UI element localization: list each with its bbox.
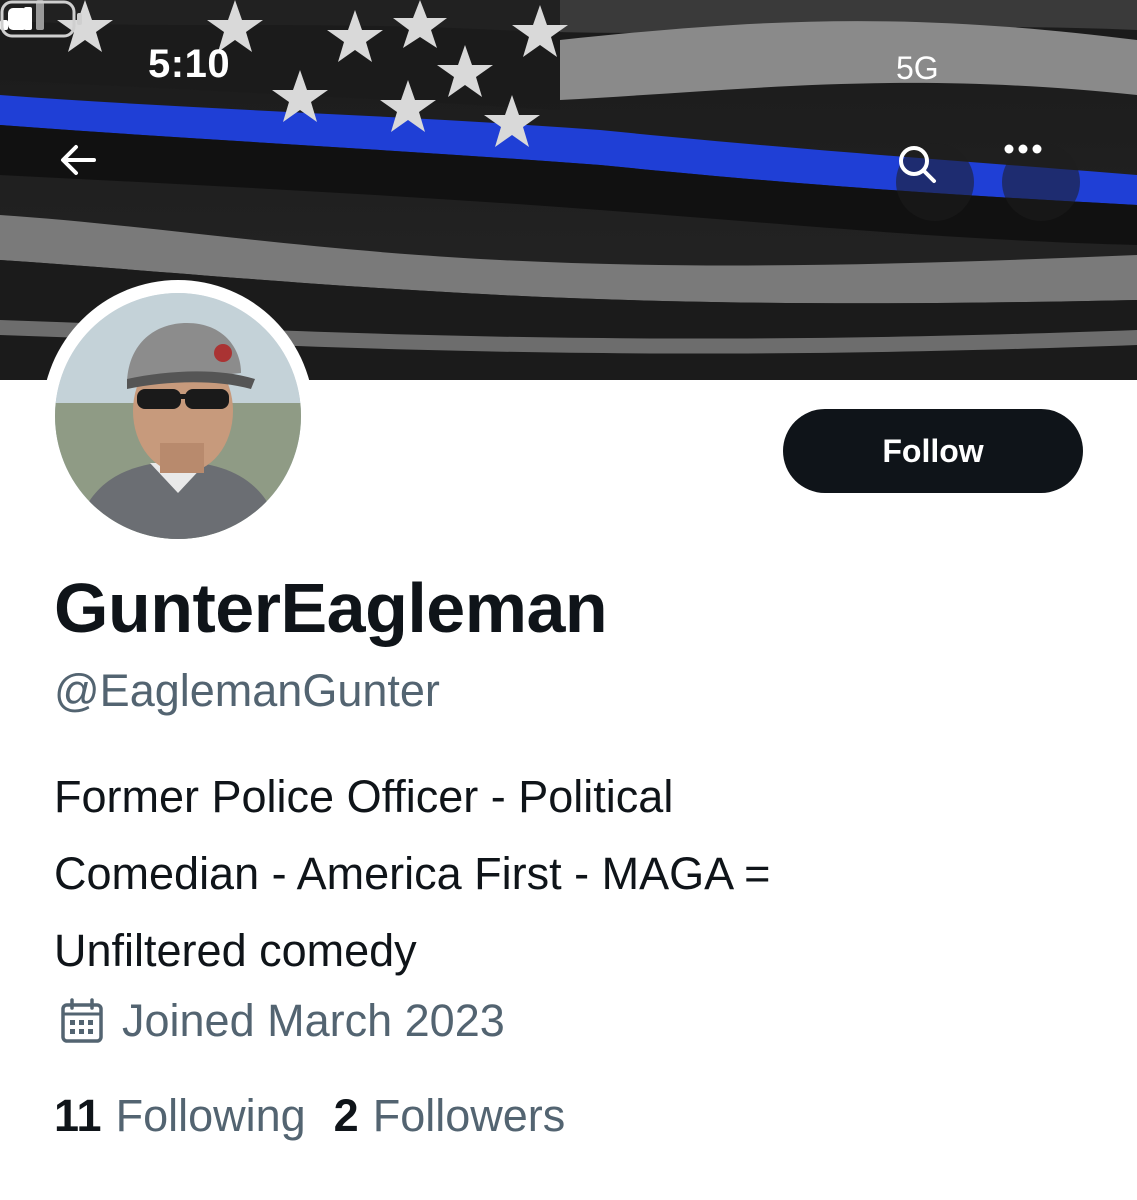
user-handle: @EaglemanGunter	[54, 665, 440, 716]
following-link[interactable]: 11 Following	[54, 1090, 306, 1142]
status-time: 5:10	[148, 42, 231, 86]
avatar[interactable]	[55, 293, 301, 539]
profile-photo	[55, 293, 301, 539]
network-type: 5G	[896, 50, 939, 86]
follow-button[interactable]: Follow	[783, 409, 1083, 493]
following-count: 11	[54, 1090, 102, 1141]
back-button[interactable]	[58, 143, 136, 221]
display-name: GunterEagleman	[54, 569, 608, 647]
profile-bio: Former Police Officer - Political Comedi…	[54, 758, 1054, 989]
joined-date: Joined March 2023	[58, 995, 505, 1047]
search-button[interactable]	[896, 143, 974, 221]
bio-line: Unfiltered comedy	[54, 925, 417, 976]
follow-stats: 11 Following 2 Followers	[54, 1090, 565, 1142]
calendar-icon	[61, 998, 103, 1043]
bio-line: Former Police Officer - Political	[54, 771, 674, 822]
followers-link[interactable]: 2 Followers	[334, 1090, 566, 1142]
joined-text: Joined March 2023	[122, 995, 505, 1046]
arrow-left-icon	[61, 145, 96, 175]
avatar-container[interactable]	[42, 280, 314, 552]
bio-line: Comedian - America First - MAGA =	[54, 848, 771, 899]
more-options-button[interactable]	[1002, 143, 1080, 221]
battery-icon	[0, 0, 82, 38]
followers-count: 2	[333, 1090, 359, 1141]
search-icon	[899, 146, 936, 183]
more-dots-icon	[1004, 144, 1042, 154]
following-label: Following	[115, 1090, 306, 1141]
followers-label: Followers	[372, 1090, 566, 1141]
